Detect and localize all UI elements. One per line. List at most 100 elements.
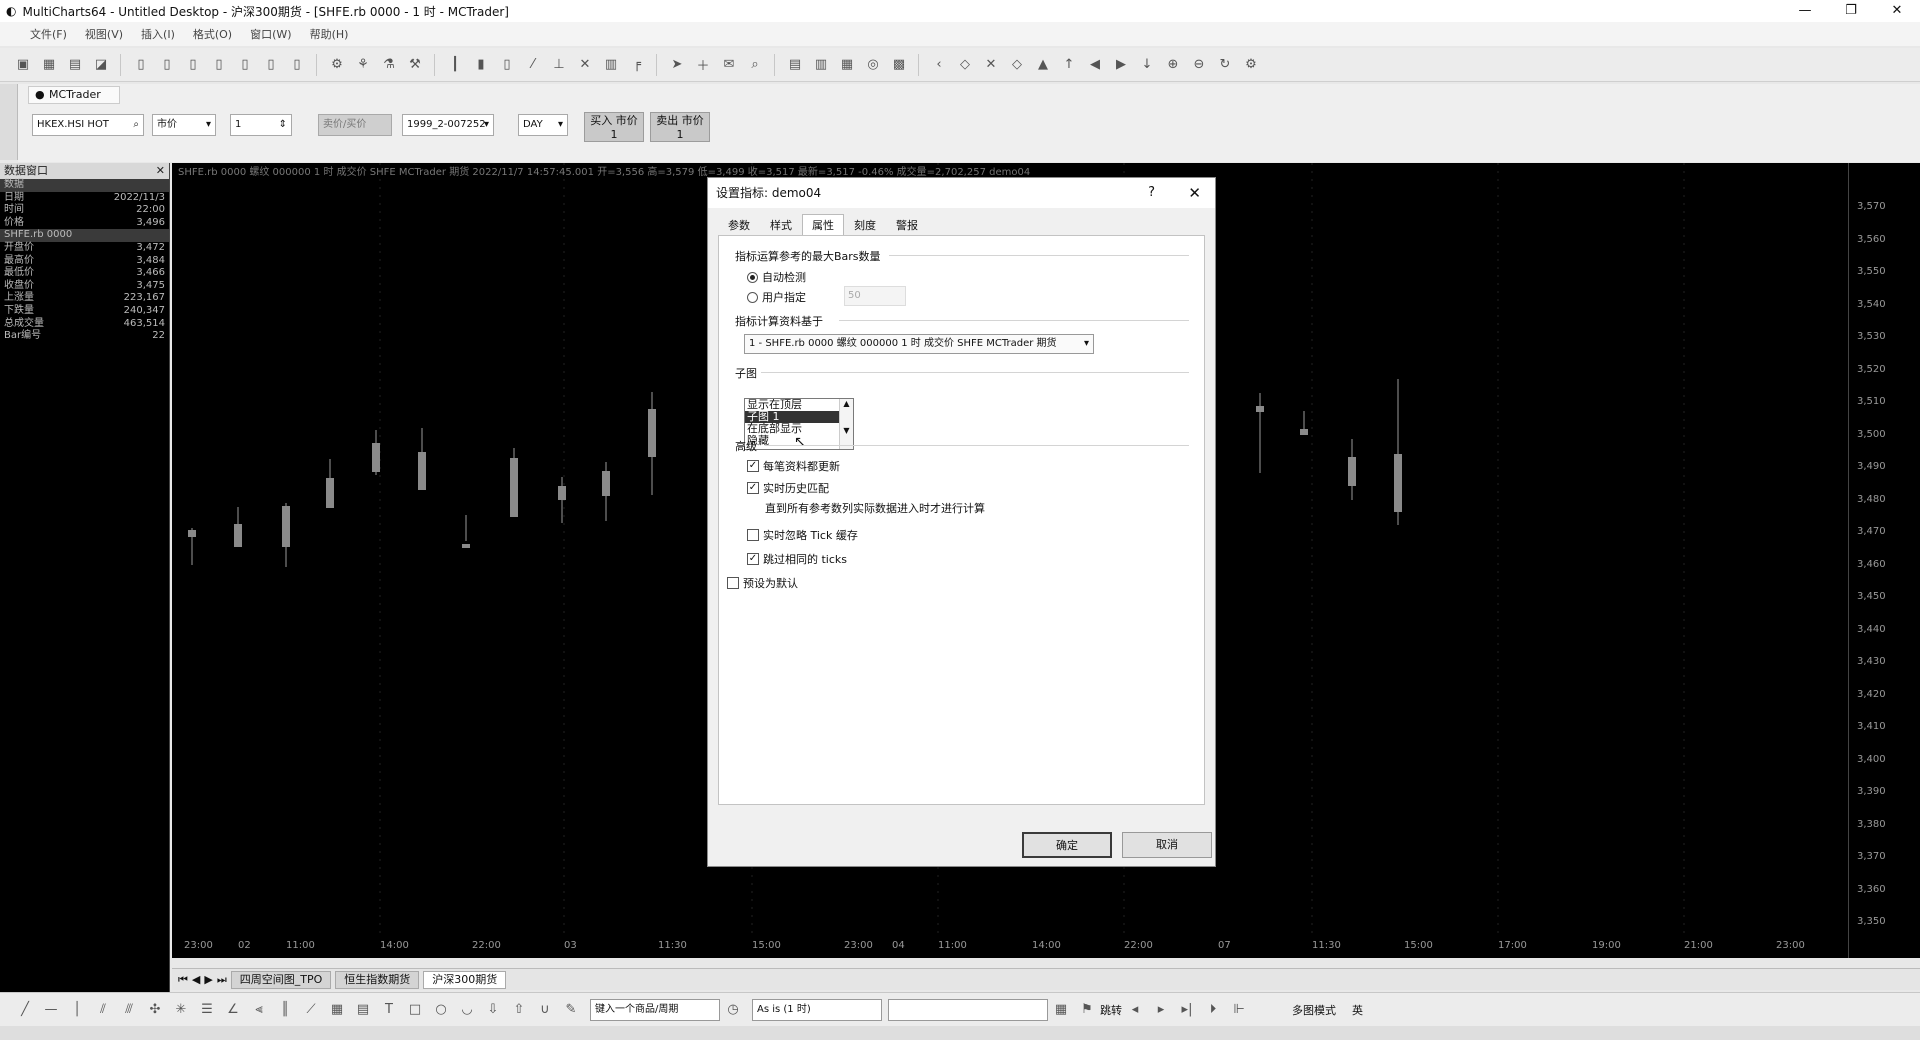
stepper-icon[interactable]: ⇕ xyxy=(279,115,287,135)
checkbox-checked-icon[interactable]: ✓ xyxy=(747,460,759,472)
format-icon[interactable]: ⚒ xyxy=(402,53,428,77)
page4-icon[interactable]: ▯ xyxy=(206,53,232,77)
new-chart-icon[interactable]: ▣ xyxy=(10,53,36,77)
jump-button[interactable]: 跳转 xyxy=(1100,1002,1122,1018)
page-icon[interactable]: ▯ xyxy=(128,53,154,77)
checkbox-unchecked-icon[interactable] xyxy=(747,529,759,541)
renko-icon[interactable]: ▥ xyxy=(598,53,624,77)
data-series-select[interactable]: 1 - SHFE.rb 0000 螺纹 000000 1 时 成交价 SHFE … xyxy=(744,334,1094,354)
rect-icon[interactable]: □ xyxy=(402,998,428,1022)
set-default-checkbox[interactable]: 预设为默认 xyxy=(727,575,798,591)
calc-icon[interactable]: ▤ xyxy=(350,998,376,1022)
cycle-icon[interactable]: ║ xyxy=(272,998,298,1022)
update-every-tick-checkbox[interactable]: ✓ 每笔资料都更新 xyxy=(747,458,840,474)
menu-window[interactable]: 窗口(W) xyxy=(250,26,291,42)
cursor-icon[interactable]: ➤ xyxy=(664,53,690,77)
listbox-scrollbar[interactable]: ▲ ▼ xyxy=(839,399,853,449)
prev-icon[interactable]: ◂ xyxy=(1122,998,1148,1022)
pitchfork-icon[interactable]: ⫻ xyxy=(116,998,142,1022)
fan-icon[interactable]: ✳ xyxy=(168,998,194,1022)
next-tab-icon[interactable]: ▶ xyxy=(204,973,212,986)
quantity-stepper[interactable]: 1 ⇕ xyxy=(230,114,292,136)
marker-up-icon[interactable]: ⇧ xyxy=(506,998,532,1022)
prev-tab-icon[interactable]: ◀ xyxy=(192,973,200,986)
scan-icon[interactable]: ◎ xyxy=(860,53,886,77)
refresh-icon[interactable]: ↻ xyxy=(1212,53,1238,77)
time-axis[interactable]: 23:00 02 11:00 14:00 22:00 03 11:30 15:00 23:00 0… xyxy=(172,938,1848,958)
page3-icon[interactable]: ▯ xyxy=(180,53,206,77)
ok-button[interactable]: 确定 xyxy=(1022,832,1112,858)
page2-icon[interactable]: ▯ xyxy=(154,53,180,77)
menu-insert[interactable]: 插入(I) xyxy=(141,26,175,42)
side-tab-strip[interactable] xyxy=(0,84,18,160)
slider-icon[interactable]: ⊩ xyxy=(1226,998,1252,1022)
line-chart-icon[interactable]: ⁄ xyxy=(520,53,546,77)
tab-scaling[interactable]: 刻度 xyxy=(844,214,886,236)
down-icon[interactable]: ↓ xyxy=(1134,53,1160,77)
user-specified-radio[interactable]: 用户指定 xyxy=(747,289,806,305)
ohlc-icon[interactable]: ⊥ xyxy=(546,53,572,77)
angle-icon[interactable]: ∠ xyxy=(220,998,246,1022)
auto-detect-radio[interactable]: 自动检测 xyxy=(747,269,806,285)
trend-line-icon[interactable]: ╱ xyxy=(12,998,38,1022)
ime-indicator[interactable]: 英 xyxy=(1352,1002,1363,1018)
magnet-icon[interactable]: ∪ xyxy=(532,998,558,1022)
tab-alerts[interactable]: 警报 xyxy=(886,214,928,236)
realtime-history-checkbox[interactable]: ✓ 实时历史匹配 xyxy=(747,480,829,496)
calendar-icon[interactable]: ▦ xyxy=(1048,998,1074,1022)
vertical-line-icon[interactable]: │ xyxy=(64,998,90,1022)
save-icon[interactable]: ▤ xyxy=(62,53,88,77)
close-icon[interactable]: ✕ xyxy=(156,163,165,179)
gann-icon[interactable]: ✣ xyxy=(142,998,168,1022)
zoom-icon[interactable]: ⌕ xyxy=(742,53,768,77)
account-select[interactable]: 1999_2-007252 ▾ xyxy=(402,114,494,136)
hollow-candle-icon[interactable]: ▯ xyxy=(494,53,520,77)
fib-icon[interactable]: ☰ xyxy=(194,998,220,1022)
bar-chart-icon[interactable]: ┃ xyxy=(442,53,468,77)
page6-icon[interactable]: ▯ xyxy=(258,53,284,77)
flag-icon[interactable]: ⚑ xyxy=(1074,998,1100,1022)
dom-icon[interactable]: ▤ xyxy=(782,53,808,77)
settings-icon[interactable]: ⚙ xyxy=(1238,53,1264,77)
price-axis[interactable]: 3,570 3,560 3,550 3,540 3,530 3,520 3,510 3,500… xyxy=(1848,163,1920,958)
right-icon[interactable]: ▶ xyxy=(1108,53,1134,77)
checkbox-checked-icon[interactable]: ✓ xyxy=(747,482,759,494)
checkbox-unchecked-icon[interactable] xyxy=(727,577,739,589)
maximize-button[interactable]: ❐ xyxy=(1828,0,1874,22)
radio-on-icon[interactable] xyxy=(747,271,758,283)
max-bars-input[interactable]: 50 xyxy=(844,286,906,306)
tab-style[interactable]: 样式 xyxy=(760,214,802,236)
page7-icon[interactable]: ▯ xyxy=(284,53,310,77)
last-tab-icon[interactable]: ⏭ xyxy=(217,973,227,987)
tab-mctrader[interactable]: ● MCTrader xyxy=(28,86,120,104)
tab-tpo[interactable]: 四周空间图_TPO xyxy=(230,970,332,989)
left-icon[interactable]: ◀ xyxy=(1082,53,1108,77)
tab-hsi[interactable]: 恒生指数期货 xyxy=(335,970,420,989)
symbol-resolution-input[interactable]: 键入一个商品/周期 xyxy=(590,998,720,1021)
menu-view[interactable]: 视图(V) xyxy=(85,26,123,42)
menu-help[interactable]: 帮助(H) xyxy=(310,26,349,42)
menu-format[interactable]: 格式(O) xyxy=(193,26,232,42)
buy-market-button[interactable]: 买入 市价 1 xyxy=(584,112,644,142)
marker-down-icon[interactable]: ⇩ xyxy=(480,998,506,1022)
up2-icon[interactable]: ↑ xyxy=(1056,53,1082,77)
arrow-left-icon[interactable]: ‹ xyxy=(926,53,952,77)
grid-icon[interactable]: ▩ xyxy=(886,53,912,77)
channel-icon[interactable]: ⫽ xyxy=(90,998,116,1022)
diamond-icon[interactable]: ◇ xyxy=(1004,53,1030,77)
tab-csi300[interactable]: 沪深300期货 xyxy=(423,970,507,989)
multi-chart-mode[interactable]: 多图模式 xyxy=(1292,1002,1336,1018)
profile-icon[interactable]: ▦ xyxy=(834,53,860,77)
symbol-input[interactable]: HKEX.HSI HOT ⌕ xyxy=(32,114,144,136)
bid-ask-field[interactable]: 卖价/买价 xyxy=(318,114,392,136)
zoom-out-icon[interactable]: ⊖ xyxy=(1186,53,1212,77)
tif-select[interactable]: DAY ▾ xyxy=(518,114,568,136)
draw-icon[interactable]: ◪ xyxy=(88,53,114,77)
page5-icon[interactable]: ▯ xyxy=(232,53,258,77)
indicator-icon[interactable]: ⚙ xyxy=(324,53,350,77)
skip-identical-ticks-checkbox[interactable]: ✓ 跳过相同的 ticks xyxy=(747,551,847,567)
speed-icon[interactable]: ⫷ xyxy=(246,998,272,1022)
tab-inputs[interactable]: 参数 xyxy=(718,214,760,236)
arrow-both-icon[interactable]: ◇ xyxy=(952,53,978,77)
checkbox-checked-icon[interactable]: ✓ xyxy=(747,553,759,565)
